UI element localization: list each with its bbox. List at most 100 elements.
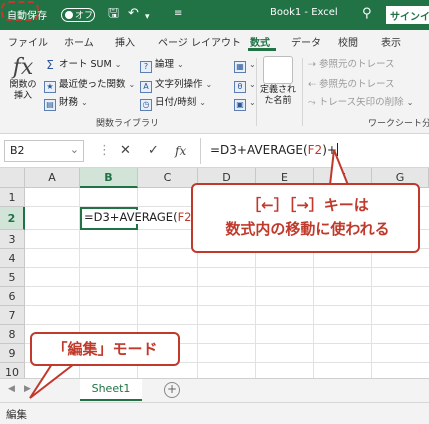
save-icon[interactable]: 🖫 xyxy=(108,6,119,22)
trace-precedents-label: 参照元のトレース xyxy=(318,59,395,70)
row-header-2[interactable]: 2 xyxy=(0,207,25,230)
callout-edit-mode: 「編集」モード xyxy=(30,332,180,366)
sigma-icon: Σ xyxy=(46,58,54,72)
trace-precedents-icon: ⇢ xyxy=(308,59,319,70)
tab-page-layout[interactable]: ページ レイアウト xyxy=(158,34,241,49)
name-box-dropdown-icon[interactable]: ⌄ xyxy=(70,143,79,156)
tab-home[interactable]: ホーム xyxy=(64,34,94,49)
ribbon-separator xyxy=(302,58,303,126)
insert-function-label-1: 関数の xyxy=(9,80,37,90)
group-label-formula-auditing: ワークシート分 xyxy=(368,119,429,129)
text-functions-button[interactable]: A 文字列操作 ⌄ xyxy=(140,78,212,93)
tab-insert[interactable]: 挿入 xyxy=(115,34,135,49)
text-functions-label: 文字列操作 xyxy=(155,79,203,90)
row-header-10[interactable]: 10 xyxy=(0,363,25,378)
lookup-icon[interactable]: ▦ ⌄ xyxy=(234,58,256,73)
column-header-b[interactable]: B xyxy=(80,168,138,188)
row-header-3[interactable]: 3 xyxy=(0,230,25,249)
formula-drag-handle-icon[interactable]: ⋮ xyxy=(98,143,111,159)
row-header-4[interactable]: 4 xyxy=(0,249,25,268)
enter-icon[interactable]: ✓ xyxy=(148,143,159,159)
remove-arrows-button[interactable]: ⤳ トレース矢印の削除 ⌄ xyxy=(308,96,413,110)
row-header-9[interactable]: 9 xyxy=(0,344,25,363)
tab-file[interactable]: ファイル xyxy=(8,34,48,49)
trace-dependents-button[interactable]: ⇠ 参照先のトレース xyxy=(308,78,395,92)
defined-names-button[interactable]: 定義され た名前 xyxy=(258,85,298,107)
callout-keys-line1: ［←］［→］キーは xyxy=(246,196,369,214)
tab-view[interactable]: 表示 xyxy=(381,34,401,49)
row-header-5[interactable]: 5 xyxy=(0,268,25,287)
column-header-a[interactable]: A xyxy=(25,168,80,188)
add-sheet-icon[interactable]: + xyxy=(164,382,180,398)
autosum-label: オート SUM xyxy=(59,59,112,70)
prev-sheet-icon[interactable]: ◀ xyxy=(8,384,15,394)
gridline xyxy=(25,267,429,268)
select-all-corner[interactable] xyxy=(0,168,25,188)
function-icon: fx xyxy=(12,55,34,80)
chevron-down-icon: ⌄ xyxy=(128,80,136,89)
search-icon[interactable]: ⚲ xyxy=(362,6,372,22)
next-sheet-icon[interactable]: ▶ xyxy=(24,384,31,394)
autosum-button[interactable]: Σ オート SUM ⌄ xyxy=(44,58,121,72)
row-header-1[interactable]: 1 xyxy=(0,188,25,207)
row-header-7[interactable]: 7 xyxy=(0,306,25,325)
insert-function-icon[interactable]: fx xyxy=(175,143,186,159)
insert-function-label-2: 挿入 xyxy=(13,91,32,101)
datetime-button[interactable]: ◷ 日付/時刻 ⌄ xyxy=(140,96,206,111)
text-cursor xyxy=(336,143,338,156)
recent-functions-label: 最近使った関数 xyxy=(59,79,126,90)
signin-button[interactable]: サインイ xyxy=(386,6,429,24)
autosave-toggle[interactable]: オフ xyxy=(61,8,95,22)
trace-dependents-label: 参照先のトレース xyxy=(318,79,395,90)
trace-dependents-icon: ⇠ xyxy=(308,79,319,90)
datetime-label: 日付/時刻 xyxy=(155,97,197,108)
logical-button[interactable]: ? 論理 ⌄ xyxy=(140,58,184,73)
chevron-down-icon: ⌄ xyxy=(205,80,213,89)
chevron-down-icon: ⌄ xyxy=(177,60,184,69)
undo-dropdown-icon[interactable]: ▾ xyxy=(145,9,150,25)
remove-arrows-icon: ⤳ xyxy=(308,97,319,108)
toggle-knob xyxy=(65,11,73,19)
question-icon: ? xyxy=(140,61,152,73)
chevron-down-icon: ⌄ xyxy=(406,98,414,107)
undo-icon[interactable]: ↶ xyxy=(128,6,139,22)
column-header-c[interactable]: C xyxy=(138,168,198,188)
autosave-state: オフ xyxy=(75,11,94,21)
insert-function-button[interactable]: fx 関数の 挿入 xyxy=(6,56,40,102)
clock-icon: ◷ xyxy=(140,99,152,111)
cell-prefix: =D3+AVERAGE( xyxy=(84,210,178,224)
gridline xyxy=(25,324,429,325)
ribbon-tabs: ファイル ホーム 挿入 ページ レイアウト 数式 データ 校閲 表示 xyxy=(0,30,429,52)
recent-functions-button[interactable]: ★ 最近使った関数 ⌄ xyxy=(44,78,135,93)
cell-b2-content[interactable]: =D3+AVERAGE(F2 xyxy=(84,210,194,224)
text-icon: A xyxy=(140,81,152,93)
formula-input[interactable]: =D3+AVERAGE(F2)+ xyxy=(210,143,338,157)
callout-arrow-keys: ［←］［→］キーは 数式内の移動に使われる xyxy=(191,183,420,253)
formula-prefix: =D3+AVERAGE( xyxy=(210,143,308,157)
trace-precedents-button[interactable]: ⇢ 参照元のトレース xyxy=(308,58,395,72)
tab-data[interactable]: データ xyxy=(291,34,321,49)
tab-review[interactable]: 校閲 xyxy=(338,34,358,49)
financial-button[interactable]: ▤ 財務 ⌄ xyxy=(44,96,88,111)
window-title: Book1 - Excel xyxy=(270,7,338,18)
formula-bar-divider xyxy=(200,138,201,164)
sheet-tab-sheet1[interactable]: Sheet1 xyxy=(80,379,142,401)
ribbon-separator xyxy=(256,58,257,126)
ribbon: fx 関数の 挿入 Σ オート SUM ⌄ ★ 最近使った関数 ⌄ ▤ 財務 ⌄ ? 論… xyxy=(0,52,429,134)
chevron-down-icon: ⌄ xyxy=(114,60,122,69)
sheet-tab-bar: ◀ ▶ Sheet1 + xyxy=(0,378,429,402)
status-mode: 編集 xyxy=(6,409,27,421)
row-header-8[interactable]: 8 xyxy=(0,325,25,344)
name-box[interactable]: B2 ⌄ xyxy=(4,140,84,162)
financial-label: 財務 xyxy=(59,97,79,108)
more-functions-icon[interactable]: ▣ ⌄ xyxy=(234,96,256,111)
defined-names-label-2: た名前 xyxy=(264,96,292,106)
defined-names-label-1: 定義され xyxy=(259,85,296,95)
row-header-6[interactable]: 6 xyxy=(0,287,25,306)
name-box-value: B2 xyxy=(10,144,25,157)
customize-icon[interactable]: ≡ xyxy=(174,6,182,22)
math-icon[interactable]: θ ⌄ xyxy=(234,78,256,93)
tab-formulas[interactable]: 数式 xyxy=(250,34,270,49)
formula-bar: B2 ⌄ ⋮ ✕ ✓ fx =D3+AVERAGE(F2)+ xyxy=(0,134,429,168)
cancel-icon[interactable]: ✕ xyxy=(120,143,131,159)
